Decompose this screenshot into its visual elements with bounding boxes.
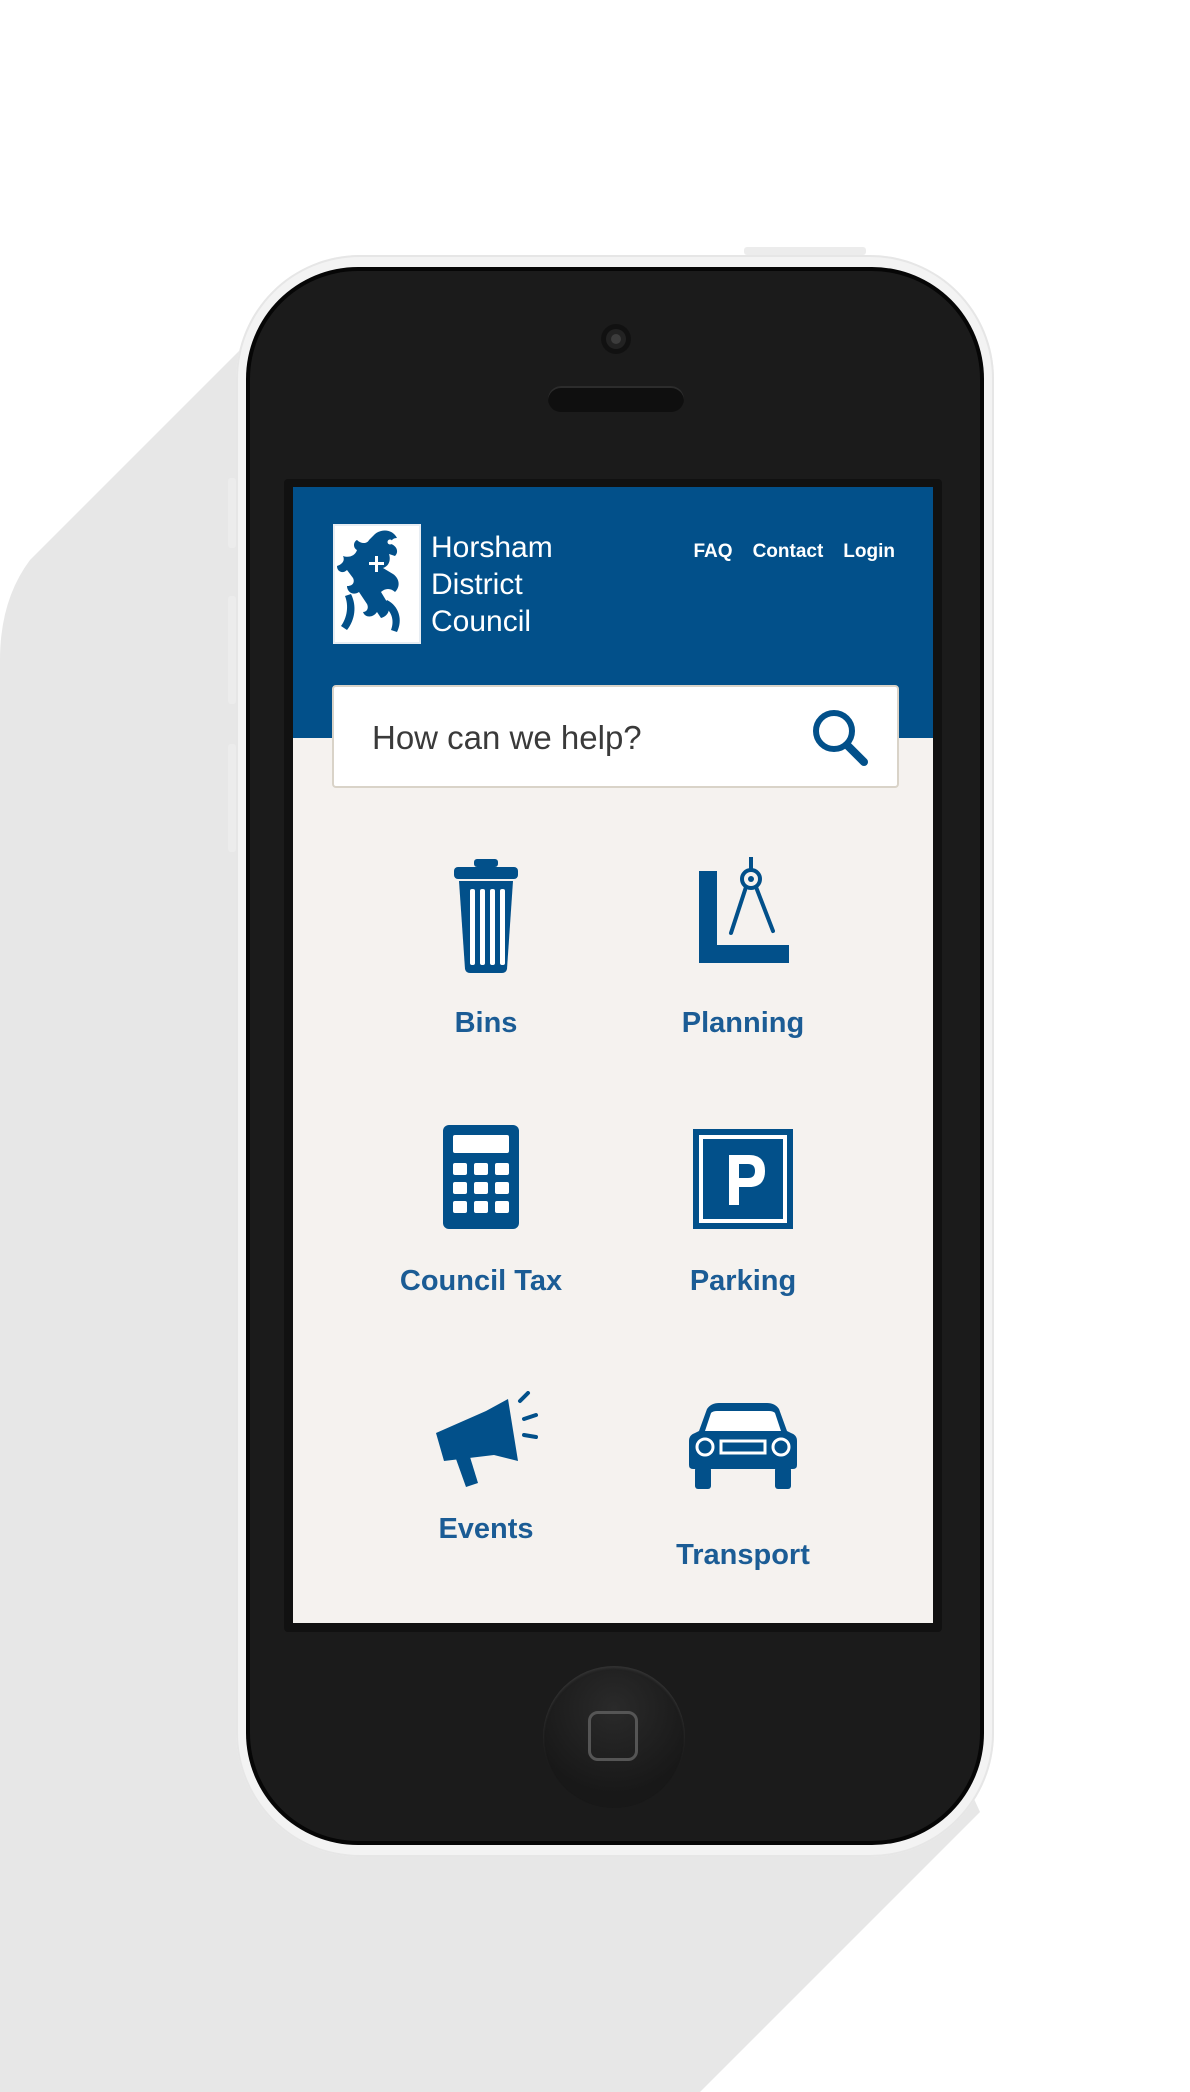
council-name-line-1: Horsham — [431, 531, 553, 564]
tile-label-bins: Bins — [454, 1007, 518, 1039]
council-name-line-2: District — [431, 568, 523, 601]
search-input[interactable] — [370, 715, 794, 761]
council-name-line-3: Council — [431, 605, 532, 638]
mute-switch — [228, 478, 236, 548]
lion-crest-icon — [337, 530, 400, 632]
faq-link[interactable]: FAQ — [694, 541, 733, 563]
tile-events[interactable]: Events — [366, 1391, 606, 1546]
megaphone-icon — [436, 1391, 538, 1487]
earpiece-speaker — [548, 386, 684, 412]
calculator-icon — [443, 1125, 519, 1229]
ruler-compass-icon — [699, 857, 789, 963]
home-button-icon — [588, 1711, 638, 1761]
volume-down-button — [228, 744, 236, 852]
car-icon — [689, 1403, 797, 1489]
top-button — [744, 247, 866, 255]
top-nav: FAQ Contact Login — [694, 541, 896, 563]
tile-label-council-tax: Council Tax — [399, 1265, 563, 1297]
contact-link[interactable]: Contact — [753, 541, 824, 563]
phone-screen: Horsham District Council FAQ Contact Log… — [293, 487, 933, 1623]
tile-council-tax[interactable]: Council Tax — [361, 1123, 601, 1298]
tile-planning[interactable]: Planning — [623, 857, 863, 1040]
council-crest-logo[interactable] — [333, 524, 421, 644]
search-icon[interactable] — [809, 706, 873, 770]
login-link[interactable]: Login — [843, 541, 895, 563]
tile-bins[interactable]: Bins — [366, 855, 606, 1040]
tile-label-events: Events — [438, 1513, 534, 1545]
tile-label-planning: Planning — [681, 1007, 805, 1039]
tile-label-transport: Transport — [676, 1539, 810, 1571]
trash-bin-icon — [454, 859, 518, 973]
council-name: Horsham District Council — [431, 529, 553, 640]
parking-sign-icon — [693, 1129, 793, 1229]
tile-parking[interactable]: Parking — [623, 1127, 863, 1298]
tile-transport[interactable]: Transport — [623, 1401, 863, 1572]
tile-label-parking: Parking — [689, 1265, 797, 1297]
volume-up-button — [228, 596, 236, 704]
search-box — [332, 685, 899, 788]
front-camera — [601, 324, 631, 354]
